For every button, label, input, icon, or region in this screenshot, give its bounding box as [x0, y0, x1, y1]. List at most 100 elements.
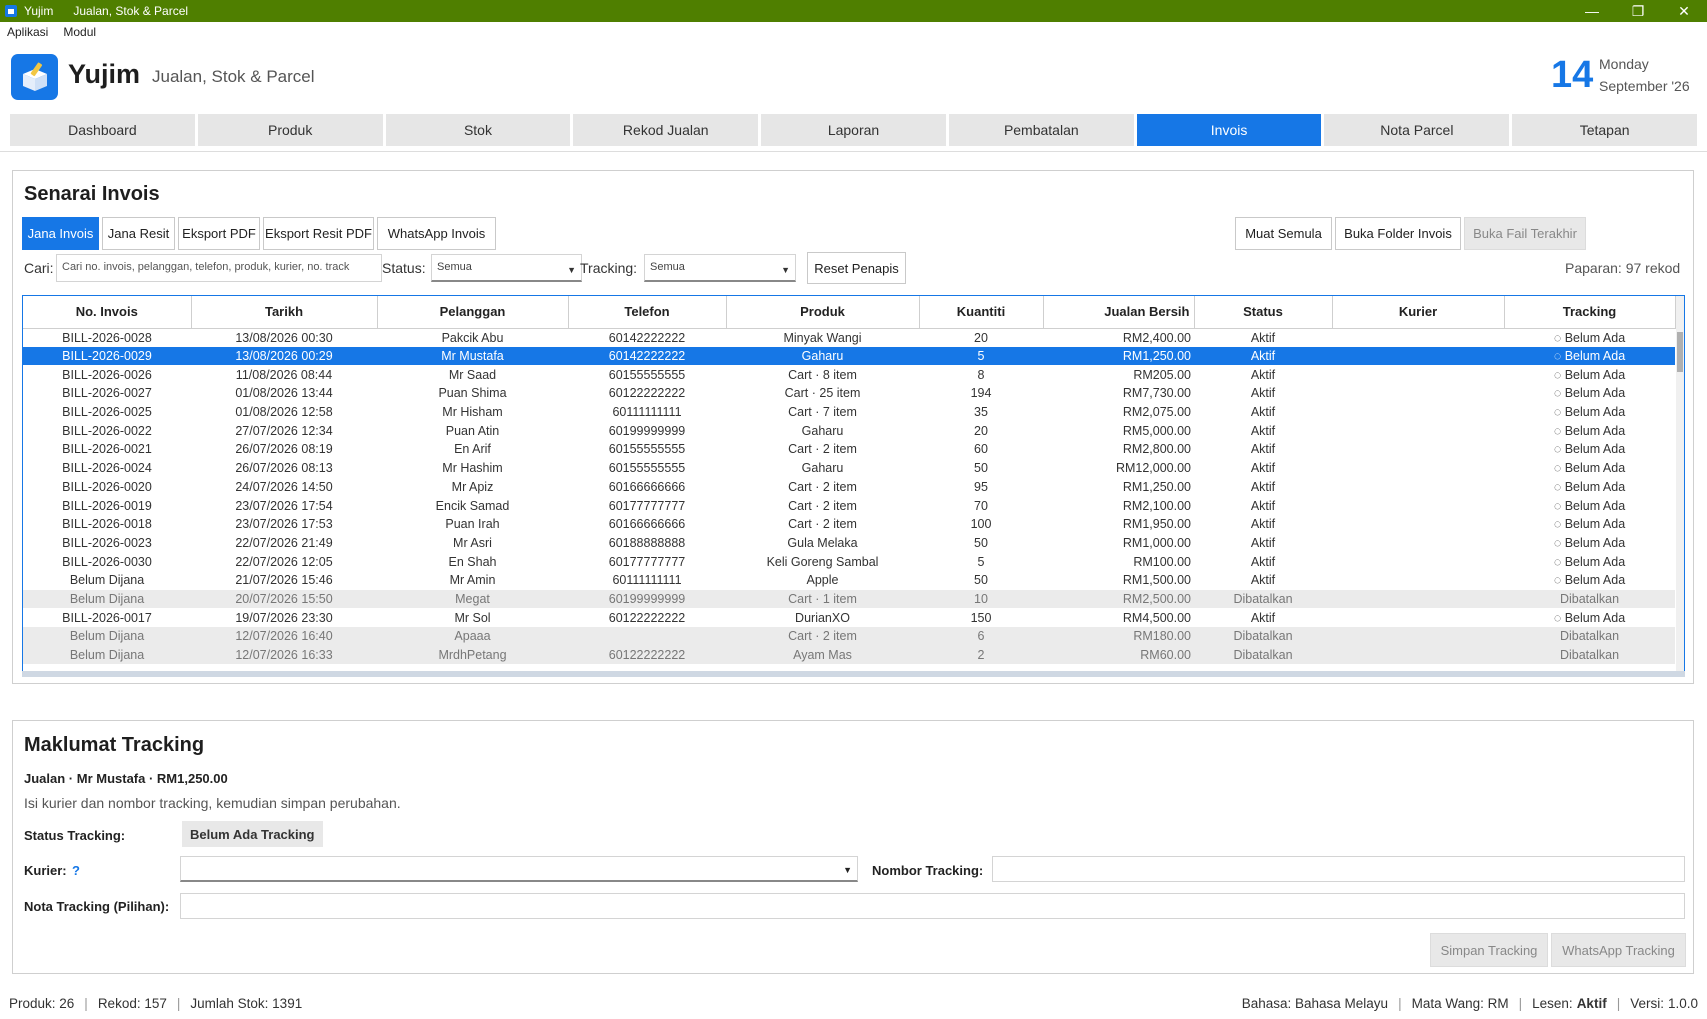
table-row[interactable]: BILL-2026-0030 22/07/2026 12:05 En Shah 601…: [23, 552, 1675, 571]
column-header-no-invois[interactable]: No. Invois: [23, 296, 192, 329]
cell-kuantiti: 60: [974, 442, 988, 457]
table-row[interactable]: BILL-2026-0022 27/07/2026 12:34 Puan Atin 6…: [23, 421, 1675, 440]
whatsapp-invoice-button[interactable]: WhatsApp Invois: [377, 217, 496, 250]
tracking-note-input[interactable]: [180, 893, 1685, 919]
cell-tracking: ◌ Belum Ada: [1553, 386, 1626, 401]
table-row[interactable]: Belum Dijana 12/07/2026 16:33 MrdhPetang 60…: [23, 645, 1675, 665]
tab-nota-parcel[interactable]: Nota Parcel: [1324, 114, 1510, 146]
column-header-kuantiti[interactable]: Kuantiti: [919, 296, 1044, 329]
table-row[interactable]: Belum Dijana 12/07/2026 16:40 Apaaa Cart · …: [23, 627, 1675, 646]
column-header-tarikh[interactable]: Tarikh: [191, 296, 378, 329]
horizontal-scrollbar[interactable]: [22, 671, 1685, 677]
maximize-button[interactable]: ❐: [1615, 3, 1661, 20]
cell-no-invois: BILL-2026-0029: [23, 346, 191, 366]
window-titlebar: Yujim Jualan, Stok & Parcel — ❐ ✕: [0, 0, 1707, 22]
cell-kurier: [1332, 478, 1504, 497]
export-pdf-button[interactable]: Eksport PDF: [178, 217, 260, 250]
tab-produk[interactable]: Produk: [197, 114, 383, 146]
search-label: Cari:: [24, 260, 54, 276]
table-row[interactable]: Belum Dijana 20/07/2026 15:50 Megat 6019999…: [23, 589, 1675, 609]
table-row[interactable]: BILL-2026-0028 13/08/2026 00:30 Pakcik Abu…: [23, 328, 1675, 347]
invoice-list-title: Senarai Invois: [24, 183, 160, 205]
cell-tracking: ◌ Belum Ada: [1553, 479, 1626, 494]
cell-kurier: [1332, 440, 1504, 459]
search-input[interactable]: Cari no. invois, pelanggan, telefon, pro…: [56, 254, 382, 282]
table-row[interactable]: Belum Dijana 21/07/2026 15:46 Mr Amin 60111…: [23, 571, 1675, 590]
cell-telefon: 60122222222: [608, 386, 686, 401]
column-header-status[interactable]: Status: [1194, 296, 1333, 329]
minimize-button[interactable]: —: [1569, 3, 1615, 20]
column-header-pelanggan[interactable]: Pelanggan: [377, 296, 569, 329]
open-invoice-folder-button[interactable]: Buka Folder Invois: [1335, 217, 1461, 250]
cell-status: Dibatalkan: [1194, 645, 1332, 665]
cell-kuantiti: 10: [919, 589, 1043, 609]
cell-no-invois: Belum Dijana: [23, 627, 191, 646]
cell-tarikh: 23/07/2026 17:54: [235, 498, 333, 513]
column-header-kurier[interactable]: Kurier: [1332, 296, 1505, 329]
cell-kuantiti: 20: [974, 330, 988, 345]
menu-aplikasi[interactable]: Aplikasi: [7, 25, 48, 39]
table-row[interactable]: BILL-2026-0021 26/07/2026 08:19 En Arif 601…: [23, 440, 1675, 459]
cell-tarikh: 01/08/2026 12:58: [235, 405, 333, 420]
table-row[interactable]: BILL-2026-0020 24/07/2026 14:50 Mr Apiz 601…: [23, 478, 1675, 497]
save-tracking-button[interactable]: Simpan Tracking: [1430, 933, 1548, 967]
cell-kuantiti: 5: [919, 346, 1043, 366]
table-row[interactable]: BILL-2026-0018 23/07/2026 17:53 Puan Irah 6…: [23, 515, 1675, 534]
cell-tracking: ◌ Belum Ada: [1553, 367, 1626, 382]
cell-kuantiti: 50: [974, 535, 988, 550]
table-row[interactable]: BILL-2026-0023 22/07/2026 21:49 Mr Asri 601…: [23, 534, 1675, 553]
cell-status: Aktif: [1250, 554, 1276, 569]
scrollbar-thumb[interactable]: [1677, 332, 1683, 372]
cell-jualan-bersih: RM1,950.00: [1122, 517, 1191, 532]
tab-dashboard[interactable]: Dashboard: [10, 114, 195, 146]
reload-button[interactable]: Muat Semula: [1235, 217, 1332, 250]
module-tabs: Dashboard Produk Stok Rekod Jualan Lapor…: [10, 114, 1698, 146]
status-filter-select[interactable]: Semua ▼: [431, 254, 582, 282]
status-versi-label: Versi:: [1630, 995, 1664, 1011]
cell-telefon: 60155555555: [608, 442, 686, 457]
generate-invoice-button[interactable]: Jana Invois: [22, 217, 99, 250]
generate-receipt-button[interactable]: Jana Resit: [102, 217, 175, 250]
table-row[interactable]: BILL-2026-0027 01/08/2026 13:44 Puan Shima…: [23, 384, 1675, 403]
reset-filter-button[interactable]: Reset Penapis: [807, 252, 906, 284]
table-row[interactable]: BILL-2026-0026 11/08/2026 08:44 Mr Saad 601…: [23, 365, 1675, 384]
table-row[interactable]: BILL-2026-0025 01/08/2026 12:58 Mr Hisham 6…: [23, 403, 1675, 422]
open-last-file-button[interactable]: Buka Fail Terakhir: [1464, 217, 1586, 250]
table-row[interactable]: BILL-2026-0019 23/07/2026 17:54 Encik Sama…: [23, 496, 1675, 515]
vertical-scrollbar[interactable]: [1676, 296, 1684, 671]
tab-stok[interactable]: Stok: [385, 114, 571, 146]
tracking-number-label: Nombor Tracking:: [872, 863, 984, 878]
courier-select[interactable]: ▼: [180, 856, 858, 882]
cell-telefon: 60166666666: [608, 517, 686, 532]
column-header-produk[interactable]: Produk: [726, 296, 920, 329]
whatsapp-tracking-button[interactable]: WhatsApp Tracking: [1551, 933, 1686, 967]
cell-kuantiti: 6: [919, 627, 1043, 646]
cell-status: Aktif: [1250, 423, 1276, 438]
help-icon[interactable]: ?: [72, 863, 80, 878]
table-row[interactable]: BILL-2026-0029 13/08/2026 00:29 Mr Mustafa…: [23, 346, 1675, 366]
column-header-jualan-bersih[interactable]: Jualan Bersih: [1043, 296, 1195, 329]
cell-produk: Cart · 1 item: [726, 589, 919, 609]
column-header-tracking[interactable]: Tracking: [1504, 296, 1676, 329]
tab-rekod-jualan[interactable]: Rekod Jualan: [573, 114, 759, 146]
box-icon: [23, 62, 47, 91]
tracking-number-input[interactable]: [992, 856, 1685, 882]
cell-jualan-bersih: RM2,100.00: [1122, 498, 1191, 513]
menu-modul[interactable]: Modul: [63, 25, 96, 39]
tracking-filter-select[interactable]: Semua ▼: [644, 254, 796, 282]
table-row[interactable]: BILL-2026-0017 19/07/2026 23:30 Mr Sol 6012…: [23, 608, 1675, 627]
export-receipt-pdf-button[interactable]: Eksport Resit PDF: [263, 217, 374, 250]
table-row[interactable]: BILL-2026-0024 26/07/2026 08:13 Mr Hashim 6…: [23, 459, 1675, 478]
cell-telefon: 60177777777: [608, 554, 686, 569]
tab-laporan[interactable]: Laporan: [761, 114, 946, 146]
tab-pembatalan[interactable]: Pembatalan: [948, 114, 1134, 146]
cell-tracking: ◌ Belum Ada: [1553, 498, 1626, 513]
tab-tetapan[interactable]: Tetapan: [1512, 114, 1698, 146]
column-header-telefon[interactable]: Telefon: [568, 296, 727, 329]
cell-kuantiti: 5: [977, 554, 985, 569]
tab-invois[interactable]: Invois: [1136, 114, 1322, 146]
cell-jualan-bersih: RM2,800.00: [1122, 442, 1191, 457]
cell-status: Aktif: [1250, 405, 1276, 420]
close-button[interactable]: ✕: [1661, 3, 1707, 20]
cell-no-invois: Belum Dijana: [23, 589, 191, 609]
